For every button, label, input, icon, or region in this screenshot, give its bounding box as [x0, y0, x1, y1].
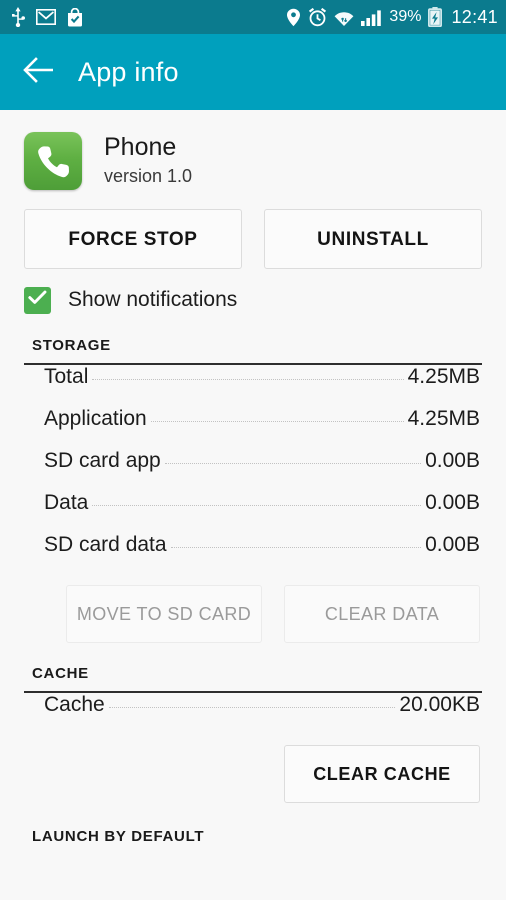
status-bar-left-icons [10, 7, 84, 28]
battery-charging-icon [428, 7, 443, 28]
status-bar-clock: 12:41 [451, 6, 498, 27]
wifi-icon [334, 9, 354, 26]
launch-by-default-title: LAUNCH BY DEFAULT [32, 828, 205, 845]
launch-by-default-section: LAUNCH BY DEFAULT [24, 828, 482, 845]
app-header: Phone version 1.0 [24, 110, 482, 190]
show-notifications-row[interactable]: Show notifications [24, 285, 482, 315]
table-row: SD card app 0.00B [24, 449, 482, 491]
force-stop-button[interactable]: FORCE STOP [24, 209, 242, 269]
row-label: SD card data [44, 533, 167, 556]
show-notifications-checkbox[interactable] [24, 286, 51, 314]
row-label: Total [44, 365, 89, 388]
action-bar: App info [0, 34, 506, 110]
table-row: Data 0.00B [24, 491, 482, 533]
location-icon [286, 8, 301, 27]
leader-dots [92, 504, 422, 506]
show-notifications-label: Show notifications [68, 288, 238, 311]
status-bar: 39% 12:41 [0, 0, 506, 34]
check-icon [28, 290, 47, 310]
battery-percent-label: 39% [389, 8, 422, 25]
app-info-content: Phone version 1.0 FORCE STOP UNINSTALL S… [0, 110, 506, 900]
gmail-icon [36, 9, 56, 25]
cache-action-buttons: CLEAR CACHE [24, 745, 482, 803]
back-button[interactable] [22, 55, 56, 89]
app-name: Phone [104, 133, 177, 161]
leader-dots [150, 420, 404, 422]
row-label: Application [44, 407, 147, 430]
clear-cache-button[interactable]: CLEAR CACHE [284, 745, 480, 803]
leader-dots [170, 546, 422, 548]
table-row: Total 4.25MB [24, 365, 482, 407]
table-row: SD card data 0.00B [24, 533, 482, 575]
leader-dots [108, 706, 396, 708]
leader-dots [92, 378, 404, 380]
table-row: Cache 20.00KB [24, 693, 482, 735]
row-label: Data [44, 491, 89, 514]
row-value: 0.00B [425, 533, 480, 556]
storage-action-buttons: MOVE TO SD CARD CLEAR DATA [24, 585, 482, 643]
app-title-block: Phone version 1.0 [104, 132, 192, 189]
row-value: 20.00KB [399, 693, 480, 716]
top-action-buttons: FORCE STOP UNINSTALL [24, 209, 482, 269]
storage-section: STORAGE Total 4.25MB Application 4.25MB … [24, 337, 482, 643]
leader-dots [164, 462, 422, 464]
play-store-icon [66, 7, 84, 27]
alarm-icon [308, 7, 327, 27]
row-value: 4.25MB [407, 365, 480, 388]
cache-section: CACHE Cache 20.00KB CLEAR CACHE [24, 665, 482, 803]
app-version: version 1.0 [104, 166, 193, 186]
usb-icon [10, 7, 26, 28]
table-row: Application 4.25MB [24, 407, 482, 449]
uninstall-button[interactable]: UNINSTALL [264, 209, 482, 269]
storage-section-title: STORAGE [32, 337, 111, 354]
clear-data-button[interactable]: CLEAR DATA [284, 585, 480, 643]
phone-icon [24, 132, 82, 190]
arrow-left-icon [23, 56, 55, 88]
row-value: 0.00B [425, 449, 480, 472]
move-to-sd-card-button[interactable]: MOVE TO SD CARD [66, 585, 262, 643]
row-label: Cache [44, 693, 105, 716]
row-label: SD card app [44, 449, 161, 472]
cache-section-title: CACHE [32, 665, 89, 682]
page-title: App info [78, 56, 179, 87]
row-value: 0.00B [425, 491, 480, 514]
signal-icon [361, 9, 382, 26]
status-bar-right-icons: 39% 12:41 [286, 7, 498, 28]
row-value: 4.25MB [407, 407, 480, 430]
